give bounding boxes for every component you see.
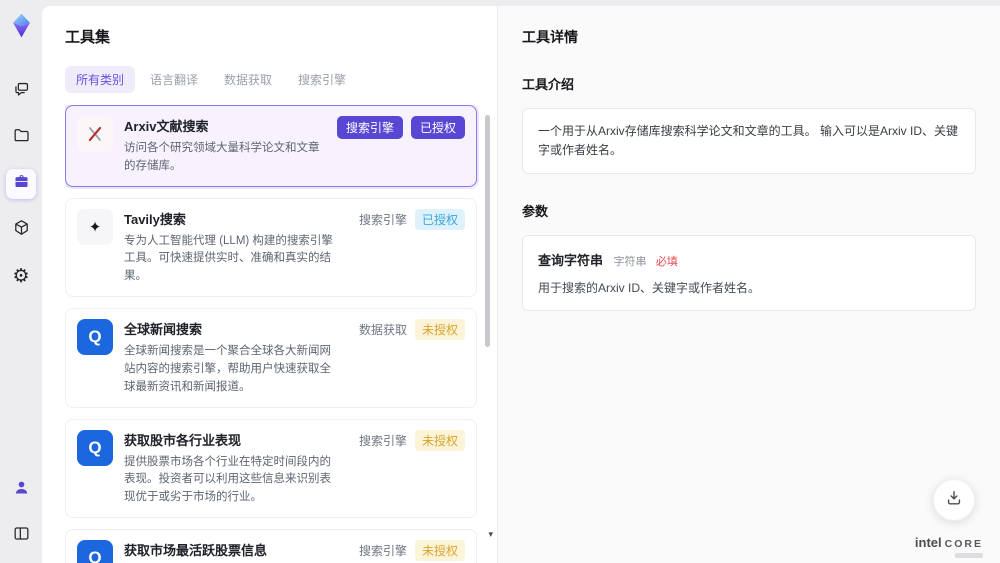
status-badge: 未授权 [414, 429, 465, 451]
intro-heading: 工具介绍 [522, 77, 575, 92]
intel-core-logo: intel CORE [915, 535, 983, 550]
panel-toggle-icon [12, 524, 31, 548]
status-badge: 已授权 [414, 208, 465, 230]
core-wordmark: CORE [944, 538, 983, 550]
sparkle-icon: ✦ [77, 208, 113, 245]
tool-card-text: 全球新闻搜索 全球新闻搜索是一个聚合全球各大新闻网站内容的搜索引擎，帮助用户快速… [124, 319, 342, 396]
tool-badges: 搜索引擎 未授权 [358, 539, 465, 561]
cube-icon [12, 218, 31, 242]
sidebar-item-settings[interactable]: ⚙ [6, 261, 36, 291]
category-badge: 搜索引擎 [358, 212, 407, 227]
tab-language-translation[interactable]: 语言翻译 [139, 66, 209, 93]
folder-icon [12, 126, 31, 150]
tab-search-engine[interactable]: 搜索引擎 [287, 66, 357, 93]
tool-badges: 搜索引擎 已授权 [358, 208, 465, 230]
tab-all-categories[interactable]: 所有类别 [65, 66, 136, 93]
status-badge: 已授权 [410, 116, 465, 139]
tool-name: 全球新闻搜索 [124, 322, 203, 338]
tool-card-arxiv[interactable]: Arxiv文献搜索 访问各个研究领域大量科学论文和文章的存储库。 搜索引擎 已授… [65, 105, 477, 187]
download-button[interactable] [933, 479, 975, 521]
category-badge: 搜索引擎 [358, 433, 407, 448]
tool-badges: 搜索引擎 已授权 [336, 116, 465, 139]
arxiv-logo-icon [77, 116, 113, 152]
tool-card-text: Arxiv文献搜索 访问各个研究领域大量科学论文和文章的存储库。 [124, 116, 320, 176]
tools-panel: 工具集 所有类别 语言翻译 数据获取 搜索引擎 Arxiv文献搜索 访问各个研究… [42, 6, 497, 563]
main-area: 工具集 所有类别 语言翻译 数据获取 搜索引擎 Arxiv文献搜索 访问各个研究… [42, 0, 1000, 563]
sidebar-item-user[interactable] [6, 475, 36, 505]
tool-intro-text: 一个用于从Arxiv存储库搜索科学论文和文章的工具。 输入可以是Arxiv ID… [522, 108, 976, 175]
tool-card-text: 获取市场最活跃股票信息 提供当天交易量最高的股票列表。投资者可以利用这些信息来识… [124, 540, 342, 563]
tool-list: Arxiv文献搜索 访问各个研究领域大量科学论文和文章的存储库。 搜索引擎 已授… [65, 105, 497, 563]
tool-card-global-news[interactable]: Q 全球新闻搜索 全球新闻搜索是一个聚合全球各大新闻网站内容的搜索引擎，帮助用户… [65, 308, 477, 408]
sidebar-item-chat[interactable] [6, 77, 36, 107]
parameter-card: 查询字符串 字符串 必填 用于搜索的Arxiv ID、关键字或作者姓名。 [522, 235, 976, 312]
tool-card-sector-performance[interactable]: Q 获取股市各行业表现 提供股票市场各个行业在特定时间段内的表现。投资者可以利用… [65, 418, 477, 518]
category-badge: 搜索引擎 [336, 116, 403, 139]
app-window: ⚙ 工具集 所有类别 语言翻译 数据获取 搜索引擎 Arxiv文献搜索 访问各个… [0, 0, 1000, 563]
tool-details-panel: 工具详情 工具介绍 一个用于从Arxiv存储库搜索科学论文和文章的工具。 输入可… [497, 6, 1000, 563]
user-icon [12, 478, 31, 502]
intel-wordmark: intel [914, 535, 942, 550]
tool-description: 专为人工智能代理 (LLM) 构建的搜索引擎工具。可快速提供实时、准确和真实的结… [124, 234, 333, 283]
gear-icon: ⚙ [12, 265, 30, 287]
sidebar-item-packages[interactable] [6, 215, 36, 245]
category-tabs: 所有类别 语言翻译 数据获取 搜索引擎 [65, 66, 497, 93]
category-badge: 数据获取 [358, 323, 407, 338]
scrollbar-thumb[interactable] [485, 115, 490, 347]
chat-icon [12, 80, 31, 104]
scroll-down-icon[interactable]: ▾ [488, 530, 493, 539]
tool-description: 提供股票市场各个行业在特定时间段内的表现。投资者可以利用这些信息来识别表现优于或… [124, 455, 331, 504]
details-title: 工具详情 [522, 29, 578, 45]
juhe-data-icon: Q [77, 539, 113, 563]
sidebar-item-panel-toggle[interactable] [6, 521, 36, 551]
parameter-name: 查询字符串 [538, 253, 604, 269]
sidebar-item-tools[interactable] [6, 169, 36, 199]
tool-card-active-stocks[interactable]: Q 获取市场最活跃股票信息 提供当天交易量最高的股票列表。投资者可以利用这些信息… [65, 528, 477, 563]
tool-name: Tavily搜索 [124, 211, 186, 227]
tool-name: 获取股市各行业表现 [124, 432, 242, 448]
icon-rail: ⚙ [0, 0, 42, 563]
juhe-data-icon: Q [77, 429, 113, 466]
tool-card-text: 获取股市各行业表现 提供股票市场各个行业在特定时间段内的表现。投资者可以利用这些… [124, 430, 342, 507]
tool-badges: 数据获取 未授权 [358, 319, 465, 341]
page-title: 工具集 [65, 29, 111, 46]
sidebar-item-files[interactable] [6, 123, 36, 153]
parameter-type: 字符串 [613, 256, 647, 269]
category-badge: 搜索引擎 [358, 543, 407, 558]
tool-description: 全球新闻搜索是一个聚合全球各大新闻网站内容的搜索引擎，帮助用户快速获取全球最新资… [124, 345, 331, 393]
parameter-required-label: 必填 [655, 256, 678, 269]
app-logo-icon [8, 12, 35, 39]
tool-description: 访问各个研究领域大量科学论文和文章的存储库。 [124, 142, 320, 172]
params-heading: 参数 [522, 204, 549, 220]
tool-card-text: Tavily搜索 专为人工智能代理 (LLM) 构建的搜索引擎工具。可快速提供实… [124, 209, 342, 286]
download-icon [944, 488, 964, 513]
toolbox-icon [12, 172, 31, 196]
juhe-data-icon: Q [77, 319, 113, 356]
tab-data-fetching[interactable]: 数据获取 [213, 66, 283, 93]
status-badge: 未授权 [414, 539, 465, 561]
intel-logo-sub-mark [955, 553, 983, 558]
tool-name: Arxiv文献搜索 [124, 119, 209, 134]
tool-card-tavily[interactable]: ✦ Tavily搜索 专为人工智能代理 (LLM) 构建的搜索引擎工具。可快速提… [65, 197, 477, 298]
tool-name: 获取市场最活跃股票信息 [124, 542, 268, 558]
status-badge: 未授权 [414, 319, 465, 341]
parameter-header: 查询字符串 字符串 必填 [538, 250, 960, 270]
list-scrollbar[interactable]: ▾ [485, 107, 493, 557]
tool-badges: 搜索引擎 未授权 [358, 429, 465, 451]
parameter-description: 用于搜索的Arxiv ID、关键字或作者姓名。 [538, 281, 761, 296]
